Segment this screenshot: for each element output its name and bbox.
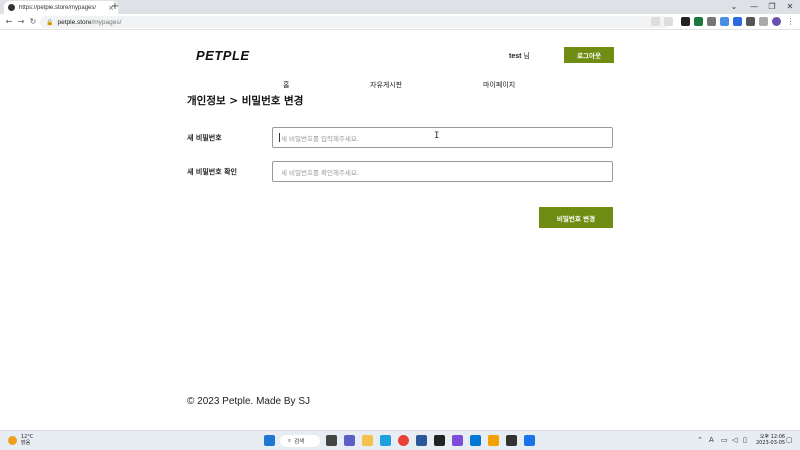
task-view-icon[interactable] bbox=[326, 435, 337, 446]
nav-board[interactable]: 자유게시판 bbox=[370, 80, 402, 90]
bookmark-star-icon[interactable] bbox=[664, 17, 673, 26]
change-password-button[interactable]: 비밀번호 변경 bbox=[539, 207, 613, 228]
edge-icon[interactable] bbox=[380, 435, 391, 446]
extension-icon[interactable] bbox=[707, 17, 716, 26]
app-icon[interactable] bbox=[488, 435, 499, 446]
battery-icon[interactable]: ▯ bbox=[743, 436, 747, 444]
new-password-label: 새 비밀번호 bbox=[187, 134, 222, 142]
extension-icon[interactable] bbox=[681, 17, 690, 26]
text-cursor-icon: I bbox=[434, 131, 440, 141]
search-label: 검색 bbox=[294, 439, 305, 445]
text-caret bbox=[279, 133, 280, 142]
clock-date: 2023-03-05 bbox=[756, 440, 786, 446]
new-tab-button[interactable]: + bbox=[108, 0, 122, 14]
back-arrow-icon[interactable]: ← bbox=[3, 15, 15, 29]
share-icon[interactable] bbox=[651, 17, 660, 26]
chrome-icon[interactable] bbox=[398, 435, 409, 446]
tab-title: https://petple.store/mypages/ bbox=[19, 4, 97, 11]
volume-icon[interactable]: ◁ bbox=[732, 436, 737, 444]
address-bar[interactable]: 🔒 petple.store/mypages/ bbox=[40, 16, 670, 28]
search-icon: ⌕ bbox=[288, 437, 292, 444]
url-host: petple.store bbox=[57, 18, 92, 26]
site-logo[interactable]: PETPLE bbox=[196, 48, 250, 63]
user-greeting: test 님 bbox=[509, 51, 530, 61]
lock-icon: 🔒 bbox=[46, 18, 54, 26]
app-icon[interactable] bbox=[416, 435, 427, 446]
browser-tab[interactable]: https://petple.store/mypages/ × bbox=[4, 1, 118, 14]
app-icon[interactable] bbox=[434, 435, 445, 446]
discord-icon[interactable] bbox=[452, 435, 463, 446]
app-icon[interactable] bbox=[524, 435, 535, 446]
confirm-password-label: 새 비밀번호 확인 bbox=[187, 168, 237, 176]
weather-widget[interactable]: 12°C 맑음 bbox=[21, 434, 33, 446]
file-explorer-icon[interactable] bbox=[362, 435, 373, 446]
maximize-button[interactable]: ❐ bbox=[762, 0, 782, 14]
extensions-puzzle-icon[interactable] bbox=[746, 17, 755, 26]
window-close-button[interactable]: ✕ bbox=[780, 0, 800, 14]
weather-sun-icon[interactable] bbox=[8, 436, 17, 445]
logout-button[interactable]: 로그아웃 bbox=[564, 47, 614, 63]
taskbar: 12°C 맑음 ⌕ 검색 ⌃ A ▭ ◁ ▯ 오후 12:06 2023-03-0… bbox=[0, 430, 800, 450]
terminal-icon[interactable] bbox=[506, 435, 517, 446]
extension-icon[interactable] bbox=[694, 17, 703, 26]
tray-chevron-icon[interactable]: ⌃ bbox=[697, 436, 703, 444]
notification-icon[interactable]: ▢ bbox=[786, 436, 793, 444]
nav-mypage[interactable]: 마이페이지 bbox=[483, 80, 515, 90]
chat-icon[interactable] bbox=[344, 435, 355, 446]
username: test bbox=[509, 53, 522, 60]
user-suffix: 님 bbox=[521, 53, 530, 60]
footer-copyright: © 2023 Petple. Made By SJ bbox=[187, 396, 310, 407]
address-url: petple.store/mypages/ bbox=[57, 19, 121, 26]
page-title: 개인정보 > 비밀번호 변경 bbox=[187, 95, 304, 107]
vscode-icon[interactable] bbox=[470, 435, 481, 446]
nav-home[interactable]: 홈 bbox=[283, 80, 289, 90]
extension-icon[interactable] bbox=[720, 17, 729, 26]
start-windows-icon[interactable] bbox=[264, 435, 275, 446]
menu-kebab-icon[interactable]: ⋮ bbox=[786, 17, 795, 26]
profile-avatar[interactable] bbox=[772, 17, 781, 26]
browser-tab-strip: https://petple.store/mypages/ × + ⌄ — ❐ … bbox=[0, 0, 800, 14]
side-panel-icon[interactable] bbox=[759, 17, 768, 26]
confirm-password-input[interactable]: 새 비밀번호를 확인해주세요. bbox=[272, 161, 613, 182]
site-favicon-icon bbox=[8, 4, 15, 11]
reload-icon[interactable]: ↻ bbox=[27, 15, 39, 29]
forward-arrow-icon[interactable]: → bbox=[15, 15, 27, 29]
ime-icon[interactable]: A bbox=[709, 436, 714, 444]
taskbar-search[interactable]: ⌕ 검색 bbox=[280, 435, 320, 447]
extension-icon[interactable] bbox=[733, 17, 742, 26]
weather-desc: 맑음 bbox=[21, 440, 31, 446]
browser-toolbar: ← → ↻ 🔒 petple.store/mypages/ ⋮ bbox=[0, 14, 800, 30]
minimize-button[interactable]: — bbox=[744, 0, 764, 14]
network-icon[interactable]: ▭ bbox=[721, 436, 728, 444]
url-path: /mypages/ bbox=[91, 18, 122, 26]
taskbar-clock[interactable]: 오후 12:06 2023-03-05 bbox=[756, 434, 785, 446]
new-password-input[interactable]: 새 비밀번호를 입력해주세요. bbox=[272, 127, 613, 148]
tab-search-icon[interactable]: ⌄ bbox=[724, 0, 744, 14]
